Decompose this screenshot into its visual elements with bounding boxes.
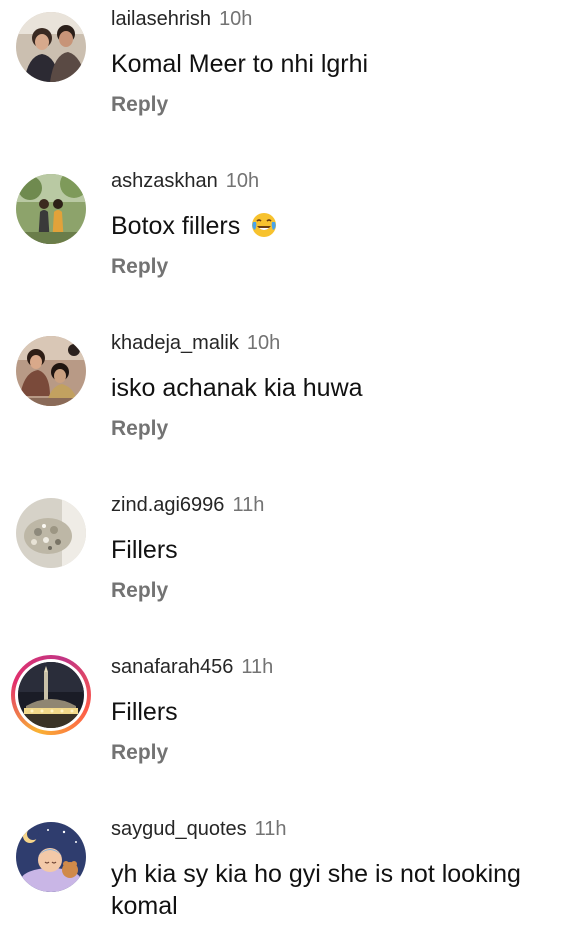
avatar[interactable] bbox=[16, 336, 86, 406]
comment-username[interactable]: khadeja_malik bbox=[111, 332, 239, 354]
reply-button[interactable]: Reply bbox=[111, 416, 168, 442]
comment-username[interactable]: ashzaskhan bbox=[111, 170, 218, 192]
comment-timestamp: 11h bbox=[241, 656, 274, 678]
comment-username[interactable]: lailasehrish bbox=[111, 8, 211, 30]
comment-username[interactable]: saygud_quotes bbox=[111, 818, 247, 840]
comment-username[interactable]: sanafarah456 bbox=[111, 656, 233, 678]
sleeping-baby-moon-avatar-icon bbox=[16, 822, 86, 892]
reply-button[interactable]: Reply bbox=[111, 740, 168, 766]
mosque-night-avatar-icon bbox=[18, 662, 84, 728]
avatar-with-story-ring[interactable] bbox=[11, 655, 91, 735]
comment-timestamp: 11h bbox=[232, 494, 265, 516]
couple-photo-avatar-icon bbox=[16, 12, 86, 82]
avatar[interactable] bbox=[16, 12, 86, 82]
outdoor-people-avatar-icon bbox=[16, 174, 86, 244]
comment-timestamp: 11h bbox=[254, 818, 287, 840]
comment-text-content: Botox fillers bbox=[111, 212, 241, 240]
avatar[interactable] bbox=[16, 822, 86, 892]
reply-button[interactable]: Reply bbox=[111, 254, 168, 280]
group-photo-avatar-icon bbox=[16, 336, 86, 406]
story-ring-gap bbox=[15, 659, 87, 731]
jewelry-avatar-icon bbox=[16, 498, 86, 568]
comment-username[interactable]: zind.agi6996 bbox=[111, 494, 224, 516]
comment-timestamp: 10h bbox=[246, 332, 281, 354]
comment-text: Komal Meer to nhi lgrhi bbox=[111, 50, 369, 78]
comment-text: isko achanak kia huwa bbox=[111, 374, 363, 402]
reply-button[interactable]: Reply bbox=[111, 92, 168, 118]
reply-button[interactable]: Reply bbox=[111, 578, 168, 604]
comment-text: Botox fillers bbox=[111, 210, 556, 242]
avatar[interactable] bbox=[16, 174, 86, 244]
comment-text: Fillers bbox=[111, 698, 178, 726]
comment-text: Fillers bbox=[111, 536, 178, 564]
comment-text: yh kia sy kia ho gyi she is not looking … bbox=[111, 860, 521, 920]
avatar[interactable] bbox=[16, 498, 86, 568]
face-with-tears-of-joy-icon bbox=[252, 213, 277, 237]
comment-timestamp: 10h bbox=[219, 8, 253, 30]
comment-timestamp: 10h bbox=[225, 170, 260, 192]
